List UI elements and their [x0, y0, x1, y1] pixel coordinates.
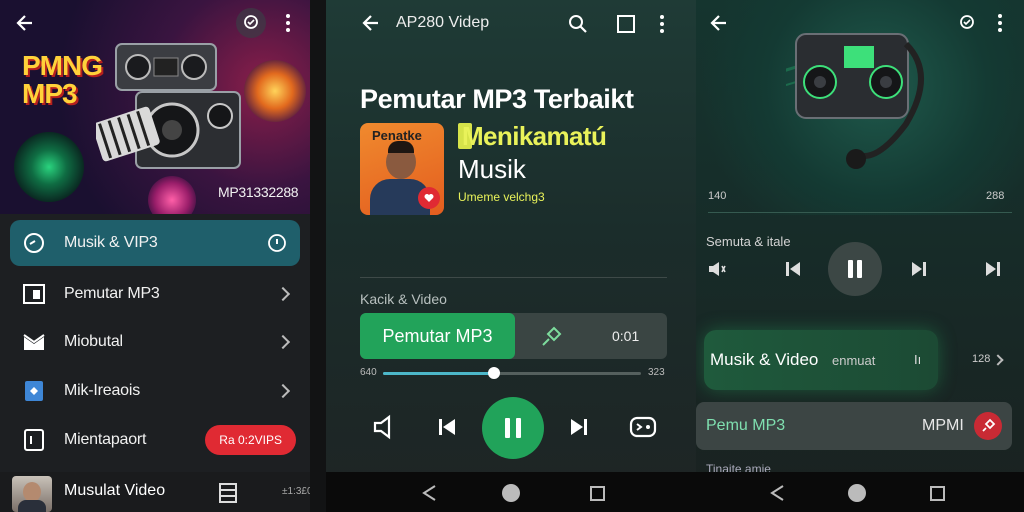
page-title: Pemutar MP3 Terbaikt [360, 84, 634, 114]
back-arrow-icon[interactable] [358, 10, 384, 36]
time-value: 0:01 [612, 328, 640, 344]
progress-start-time: 640 [360, 367, 377, 378]
chevron-right-icon [275, 286, 291, 302]
player-icon [22, 282, 46, 306]
card-subtitle: enmuat [832, 353, 876, 368]
nav-recents-icon[interactable] [586, 482, 608, 504]
screen-left-menu: PMNG MP3 MP31332288 Musik & VIP3 Pemutar… [0, 0, 310, 512]
chevron-right-icon[interactable] [992, 354, 1004, 366]
progress-end-time: 323 [648, 367, 665, 378]
musik-video-card[interactable]: Musik & Video enmuat Iı [704, 330, 938, 390]
menu-item-mik-ireaois[interactable]: Mik-Ireaois [10, 368, 300, 414]
menu-item-pemutar-mp3[interactable]: Pemutar MP3 [10, 271, 300, 317]
progress-fill [383, 372, 494, 375]
skip-previous-icon[interactable] [782, 258, 804, 280]
pause-button[interactable] [828, 242, 882, 296]
skip-next-icon[interactable] [908, 258, 930, 280]
skip-end-icon[interactable] [982, 258, 1004, 280]
screen-middle-player: AP280 Videp Pemutar MP3 Terbaikt Penatke… [326, 0, 696, 512]
screen-right-player: 140 288 Semuta & itale Musik & Video enm… [696, 0, 1024, 512]
feature-title-line2: Musik [458, 154, 526, 184]
heart-icon[interactable] [418, 187, 440, 209]
divider [708, 212, 1012, 213]
card-tag: Iı [914, 352, 922, 367]
track-label: Semuta & itale [706, 234, 791, 249]
radio-illustration [786, 33, 924, 169]
album-thumbnail[interactable]: Penatke [360, 123, 444, 215]
divider [360, 277, 667, 278]
chevron-right-icon [275, 383, 291, 399]
nav-home-icon[interactable] [846, 482, 868, 504]
section-label: Kacik & Video [360, 291, 447, 307]
skip-next-icon[interactable] [566, 414, 592, 440]
pemutar-mp3-button[interactable]: Pemutar MP3 [360, 313, 515, 359]
pause-icon [505, 418, 521, 438]
nav-back-icon[interactable] [766, 482, 788, 504]
speaker-illustration [96, 43, 241, 169]
card-count: 128 [972, 353, 991, 365]
feature-title-line1: Menikamatú [462, 121, 607, 151]
back-arrow-icon[interactable] [12, 10, 38, 36]
card-title: Musik & Video [710, 350, 819, 369]
hero-brand-line2: MP3 [22, 78, 78, 109]
hero-brand-line1: PMNG [22, 50, 103, 81]
card-tag: MPMI [922, 417, 964, 434]
time-elapsed: 140 [708, 190, 727, 202]
feature-subtitle: Umeme velchg3 [458, 190, 545, 204]
segmented-control: Pemutar MP3 0:01 [360, 313, 667, 359]
pin-icon[interactable] [974, 412, 1002, 440]
pin-icon[interactable] [538, 324, 564, 350]
nav-recents-icon[interactable] [926, 482, 948, 504]
more-vert-icon[interactable] [278, 10, 298, 36]
time-total: 288 [986, 190, 1005, 202]
menu-item-mientapaort[interactable]: Mientapaort Ra 0:2VIPS [10, 417, 300, 463]
info-icon[interactable] [266, 232, 288, 254]
menu-label: Miobutal [64, 333, 123, 350]
menu-label: Mientapaort [64, 431, 147, 448]
header-title: AP280 Videp [396, 14, 490, 31]
menu-label: Musik & VIP3 [64, 234, 158, 251]
album-hero-image: PMNG MP3 MP31332288 [0, 0, 310, 214]
chat-icon[interactable] [954, 10, 980, 36]
queue-icon[interactable] [218, 482, 238, 504]
more-vert-icon[interactable] [992, 10, 1008, 36]
pause-button[interactable] [482, 397, 544, 459]
now-playing-time: ±1:3£0 [282, 486, 310, 497]
button-label: Pemutar MP3 [382, 325, 493, 346]
progress-track[interactable] [383, 367, 641, 379]
volume-icon[interactable] [706, 258, 728, 280]
progress-thumb[interactable] [487, 367, 500, 379]
playlist-icon[interactable] [628, 412, 658, 442]
system-nav-bar [696, 472, 1024, 512]
more-vert-icon[interactable] [654, 12, 670, 36]
repeat-icon[interactable] [370, 412, 400, 442]
back-arrow-icon[interactable] [706, 10, 732, 36]
nav-home-icon[interactable] [500, 482, 522, 504]
hero-code: MP31332288 [218, 184, 299, 200]
skip-previous-icon[interactable] [434, 414, 460, 440]
now-playing-bar[interactable]: Musulat Video ±1:3£0 [0, 472, 310, 512]
menu-label: Pemutar MP3 [64, 285, 160, 302]
menu-item-miobutal[interactable]: Miobutal [10, 319, 300, 365]
now-playing-title: Musulat Video [64, 482, 166, 499]
chat-icon[interactable] [236, 8, 266, 38]
screen-divider [310, 0, 326, 512]
menu-label: Mik-Ireaois [64, 382, 141, 399]
bookmark-icon [22, 379, 46, 403]
pemu-mp3-card[interactable]: Pemu MP3 MPMI [696, 402, 1012, 450]
card-title: Pemu MP3 [706, 417, 786, 434]
chevron-right-icon [275, 334, 291, 350]
disc-icon [22, 231, 46, 255]
nav-back-icon[interactable] [418, 482, 440, 504]
cast-icon[interactable] [614, 12, 638, 36]
avatar [12, 476, 52, 512]
menu-item-musik-vip3[interactable]: Musik & VIP3 [10, 220, 300, 266]
hero-brand: PMNG MP3 [22, 50, 103, 109]
pause-icon [848, 260, 862, 278]
system-nav-bar [326, 472, 696, 512]
mail-icon [22, 330, 46, 354]
search-icon[interactable] [566, 12, 590, 36]
status-badge[interactable]: Ra 0:2VIPS [205, 425, 296, 455]
document-icon [22, 428, 46, 452]
